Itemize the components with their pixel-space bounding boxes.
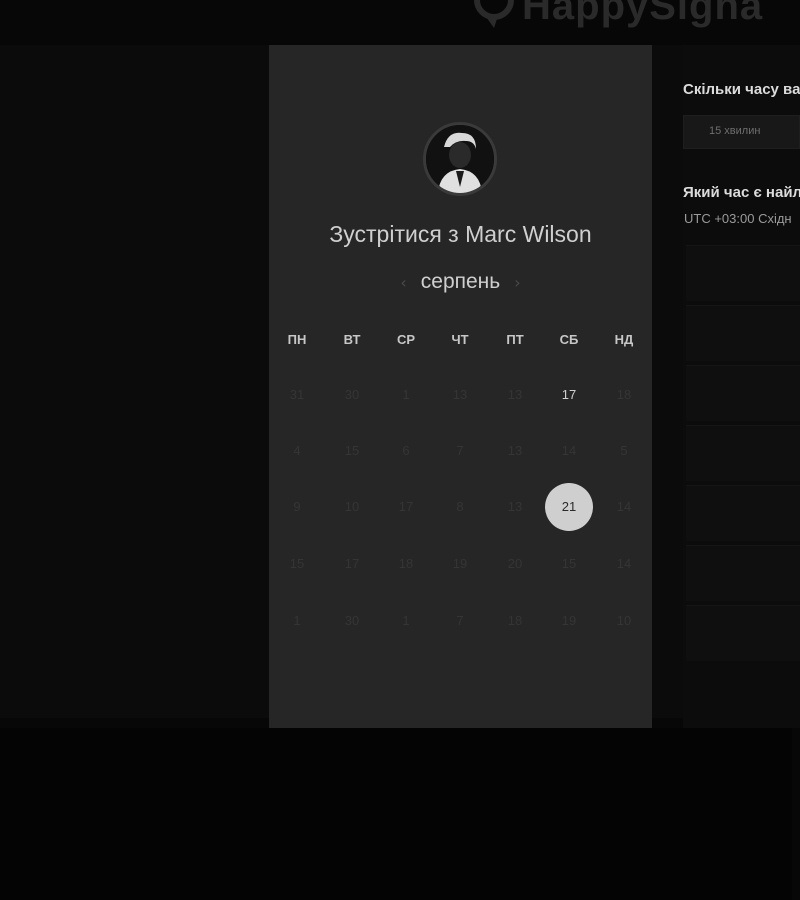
calendar-day-disabled: 15	[289, 556, 305, 571]
time-slot[interactable]	[686, 365, 800, 421]
calendar-day-disabled: 13	[507, 443, 523, 458]
footer-background	[0, 728, 792, 900]
duration-select[interactable]: 15 хвилин	[683, 115, 800, 149]
calendar-day-disabled: 19	[452, 556, 468, 571]
time-slot[interactable]	[686, 245, 800, 301]
calendar-day-disabled: 7	[456, 443, 464, 458]
time-slot[interactable]	[686, 305, 800, 361]
calendar-day-disabled: 8	[456, 499, 464, 514]
duration-question: Скільки часу ва	[683, 81, 800, 98]
calendar-grid: 31 30 1 13 13 17 18 4 15 6 7 13 14 5 9 10 17 8 13 21 14 15 17 1…	[269, 45, 652, 728]
calendar-day-disabled: 4	[293, 443, 301, 458]
calendar-day-disabled: 1	[293, 613, 301, 628]
calendar-day-disabled: 15	[344, 443, 360, 458]
time-slot[interactable]	[686, 605, 800, 661]
calendar-day-disabled: 10	[344, 499, 360, 514]
calendar-day-disabled: 13	[507, 499, 523, 514]
calendar-day-disabled: 6	[402, 443, 410, 458]
booking-panel: Скільки часу ва 15 хвилин Який час є най…	[683, 45, 800, 728]
calendar-day-disabled: 17	[398, 499, 414, 514]
calendar-day-disabled: 14	[561, 443, 577, 458]
calendar-day-disabled: 7	[456, 613, 464, 628]
calendar-day-disabled: 18	[507, 613, 523, 628]
timezone-label[interactable]: UTC +03:00 Східн	[684, 211, 792, 226]
calendar-day-disabled: 14	[616, 556, 632, 571]
calendar-day-disabled: 31	[289, 387, 305, 402]
brand-name: HappySigna	[522, 0, 764, 28]
time-question: Який час є найл	[683, 184, 800, 201]
time-slot-list	[686, 245, 800, 665]
calendar-day-disabled: 9	[293, 499, 301, 514]
calendar-day-disabled: 13	[452, 387, 468, 402]
calendar-day-available[interactable]: 17	[545, 371, 593, 419]
calendar-day-disabled: 30	[344, 387, 360, 402]
calendar-day-disabled: 14	[616, 499, 632, 514]
brand-logo-icon	[474, 0, 514, 28]
calendar-day-disabled: 10	[616, 613, 632, 628]
calendar-day-disabled: 18	[398, 556, 414, 571]
calendar-day-disabled: 17	[344, 556, 360, 571]
duration-value: 15 хвилин	[709, 125, 761, 137]
calendar-day-disabled: 19	[561, 613, 577, 628]
calendar-day-disabled: 1	[402, 613, 410, 628]
time-slot[interactable]	[686, 545, 800, 601]
calendar-day-disabled: 15	[561, 556, 577, 571]
calendar-day-disabled: 1	[402, 387, 410, 402]
brand-header[interactable]: HappySigna	[470, 0, 763, 30]
calendar-day-disabled: 18	[616, 387, 632, 402]
calendar-card: Зустрітися з Marc Wilson ‹ серпень › ПН В…	[269, 45, 652, 728]
calendar-day-disabled: 13	[507, 387, 523, 402]
time-slot[interactable]	[686, 485, 800, 541]
calendar-day-disabled: 20	[507, 556, 523, 571]
calendar-day-selected[interactable]: 21	[545, 483, 593, 531]
time-slot[interactable]	[686, 425, 800, 481]
calendar-day-disabled: 30	[344, 613, 360, 628]
calendar-day-disabled: 5	[620, 443, 628, 458]
